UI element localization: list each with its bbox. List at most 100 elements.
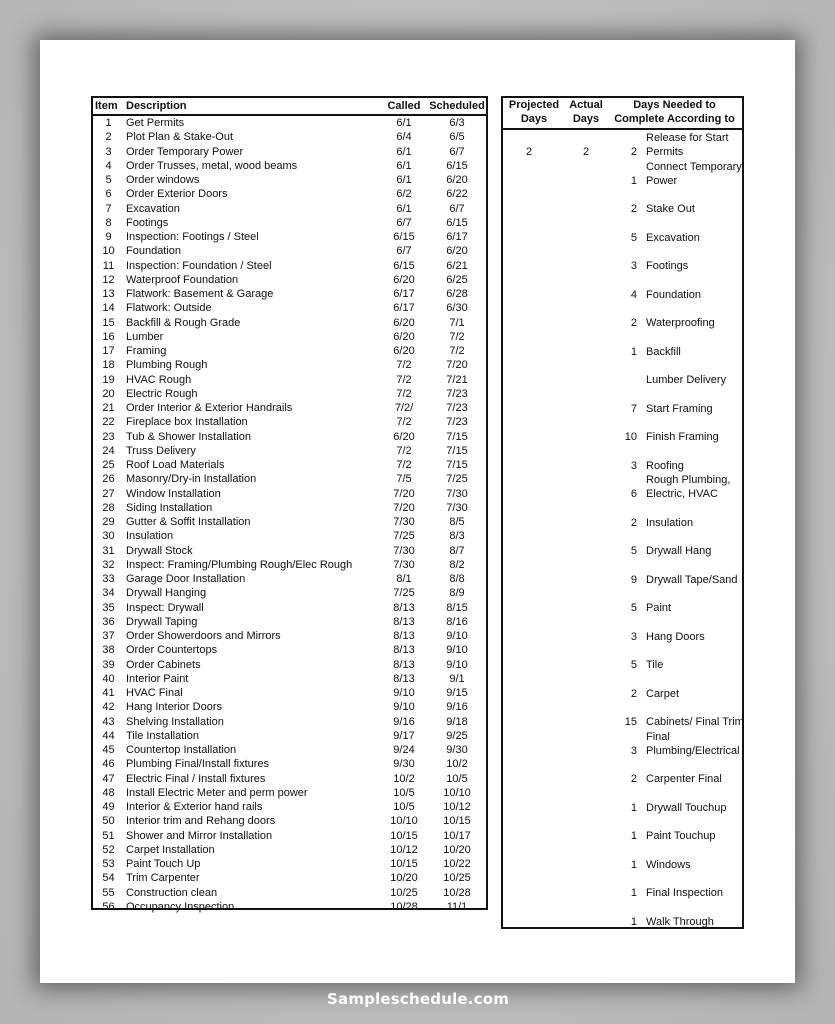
scheduled-date: 6/21 [446, 259, 468, 272]
days-row: 5 Paint [503, 601, 742, 615]
days-row: 9 Drywall Tape/Sand [503, 573, 742, 587]
called-date: 9/24 [393, 744, 415, 756]
table-row: 2 Plot Plan & Stake-Out 6/4 6/5 [93, 130, 486, 144]
days-needed: 4 [630, 288, 637, 301]
called-date: 10/15 [390, 829, 418, 842]
table-row: 45 Countertop Installation 9/24 9/30 [93, 743, 486, 757]
scheduled-date: 6/30 [446, 302, 468, 315]
scheduled-date: 6/3 [449, 117, 465, 129]
scheduled-date: 6/17 [446, 231, 468, 243]
task-name: Paint Touchup [646, 830, 716, 843]
scheduled-date: 7/21 [446, 373, 468, 386]
item-description: Order Showerdoors and Mirrors [126, 630, 281, 642]
actual-days: 2 [582, 146, 590, 159]
task-name: Tile [646, 659, 664, 672]
days-needed: 3 [630, 630, 637, 643]
projected-days: 2 [525, 146, 533, 159]
table-row: 28 Siding Installation 7/20 7/30 [93, 501, 486, 515]
item-description: Drywall Taping [126, 615, 198, 628]
item-number: 10 [102, 245, 115, 258]
called-date: 9/17 [393, 729, 415, 742]
item-description: Plumbing Final/Install fixtures [126, 758, 270, 771]
table-row: 24 Truss Delivery 7/2 7/15 [93, 444, 486, 458]
called-date: 6/1 [396, 117, 412, 129]
item-number: 3 [105, 145, 112, 158]
scheduled-date: 9/10 [446, 644, 468, 657]
days-needed: 7 [630, 402, 637, 415]
scheduled-date: 8/16 [446, 615, 468, 628]
item-number: 33 [102, 573, 115, 585]
item-description: Occupancy Inspection [126, 900, 235, 913]
scheduled-date: 6/28 [446, 288, 468, 300]
table-row: 8 Footings 6/7 6/15 [93, 216, 486, 230]
task-name: Drywall Hang [646, 545, 712, 558]
called-date: 8/13 [393, 615, 415, 628]
item-number: 28 [102, 501, 115, 514]
scheduled-date: 7/23 [446, 387, 468, 400]
item-number: 5 [105, 174, 112, 186]
days-needed: 3 [630, 260, 637, 273]
item-number: 44 [102, 729, 115, 742]
days-needed: 3 [630, 459, 637, 472]
scheduled-date: 8/7 [449, 544, 465, 557]
item-description: Carpet Installation [126, 843, 215, 856]
scheduled-date: 10/17 [443, 829, 471, 842]
item-description: Paint Touch Up [126, 858, 201, 870]
item-description: Electric Rough [126, 387, 198, 400]
item-number: 52 [102, 843, 115, 856]
days-row: 15 Cabinets/ Final Trim [503, 715, 744, 729]
days-row: 1 Walk Through [503, 915, 742, 929]
item-number: 11 [102, 259, 115, 272]
item-description: Fireplace box Installation [126, 416, 248, 429]
scheduled-date: 9/1 [449, 672, 465, 685]
scheduled-date: 6/5 [449, 131, 465, 144]
table-row: 48 Install Electric Meter and perm power 1… [93, 786, 486, 800]
header-called: Called [387, 100, 421, 112]
scheduled-date: 11/1 [446, 900, 468, 913]
called-date: 8/13 [393, 644, 415, 657]
item-number: 55 [102, 886, 115, 899]
table-row: 32 Inspect: Framing/Plumbing Rough/Elec R… [93, 558, 486, 572]
item-description: HVAC Rough [126, 373, 192, 386]
item-description: Interior Paint [126, 672, 189, 685]
item-description: Garage Door Installation [126, 573, 246, 585]
scheduled-date: 7/15 [446, 430, 468, 443]
scheduled-date: 6/7 [449, 202, 465, 215]
called-date: 9/10 [393, 701, 415, 714]
table-row: 21 Order Interior & Exterior Handrails 7/2… [93, 401, 486, 415]
called-date: 6/15 [393, 259, 415, 272]
item-number: 43 [102, 715, 115, 728]
called-date: 10/28 [390, 900, 418, 913]
item-description: Tub & Shower Installation [126, 430, 251, 443]
item-description: Backfill & Rough Grade [126, 316, 241, 329]
days-row: 1 Drywall Touchup [503, 801, 742, 815]
called-date: 7/2 [396, 387, 412, 400]
header-item: Item [95, 100, 118, 112]
scheduled-date: 6/20 [446, 245, 468, 258]
called-date: 10/15 [390, 858, 418, 870]
table-row: 43 Shelving Installation 9/16 9/18 [93, 715, 486, 729]
scheduled-date: 6/15 [446, 216, 468, 229]
called-date: 6/4 [396, 131, 412, 144]
scheduled-date: 6/25 [446, 273, 468, 286]
days-row: 1 Backfill [503, 345, 742, 359]
scheduled-date: 8/15 [446, 601, 468, 614]
item-description: Plot Plan & Stake-Out [126, 131, 233, 144]
item-number: 9 [105, 231, 112, 243]
days-needed: 3 [630, 744, 637, 757]
item-number: 15 [102, 316, 115, 329]
item-number: 22 [102, 416, 115, 429]
days-needed: 2 [630, 146, 637, 159]
called-date: 10/25 [390, 886, 418, 899]
called-date: 10/2 [393, 772, 415, 785]
item-number: 25 [102, 459, 115, 471]
called-date: 7/20 [393, 501, 415, 514]
table-row: 37 Order Showerdoors and Mirrors 8/13 9/10 [93, 629, 486, 643]
schedule-table-header: Item Description Called Scheduled [93, 98, 486, 116]
item-description: Order Trusses, metal, wood beams [126, 159, 298, 172]
scheduled-date: 10/5 [446, 772, 468, 785]
table-row: 10 Foundation 6/7 6/20 [93, 244, 486, 258]
scheduled-date: 8/8 [449, 573, 465, 585]
called-date: 7/30 [393, 544, 415, 557]
task-name: Connect Temporary Power [646, 160, 742, 187]
